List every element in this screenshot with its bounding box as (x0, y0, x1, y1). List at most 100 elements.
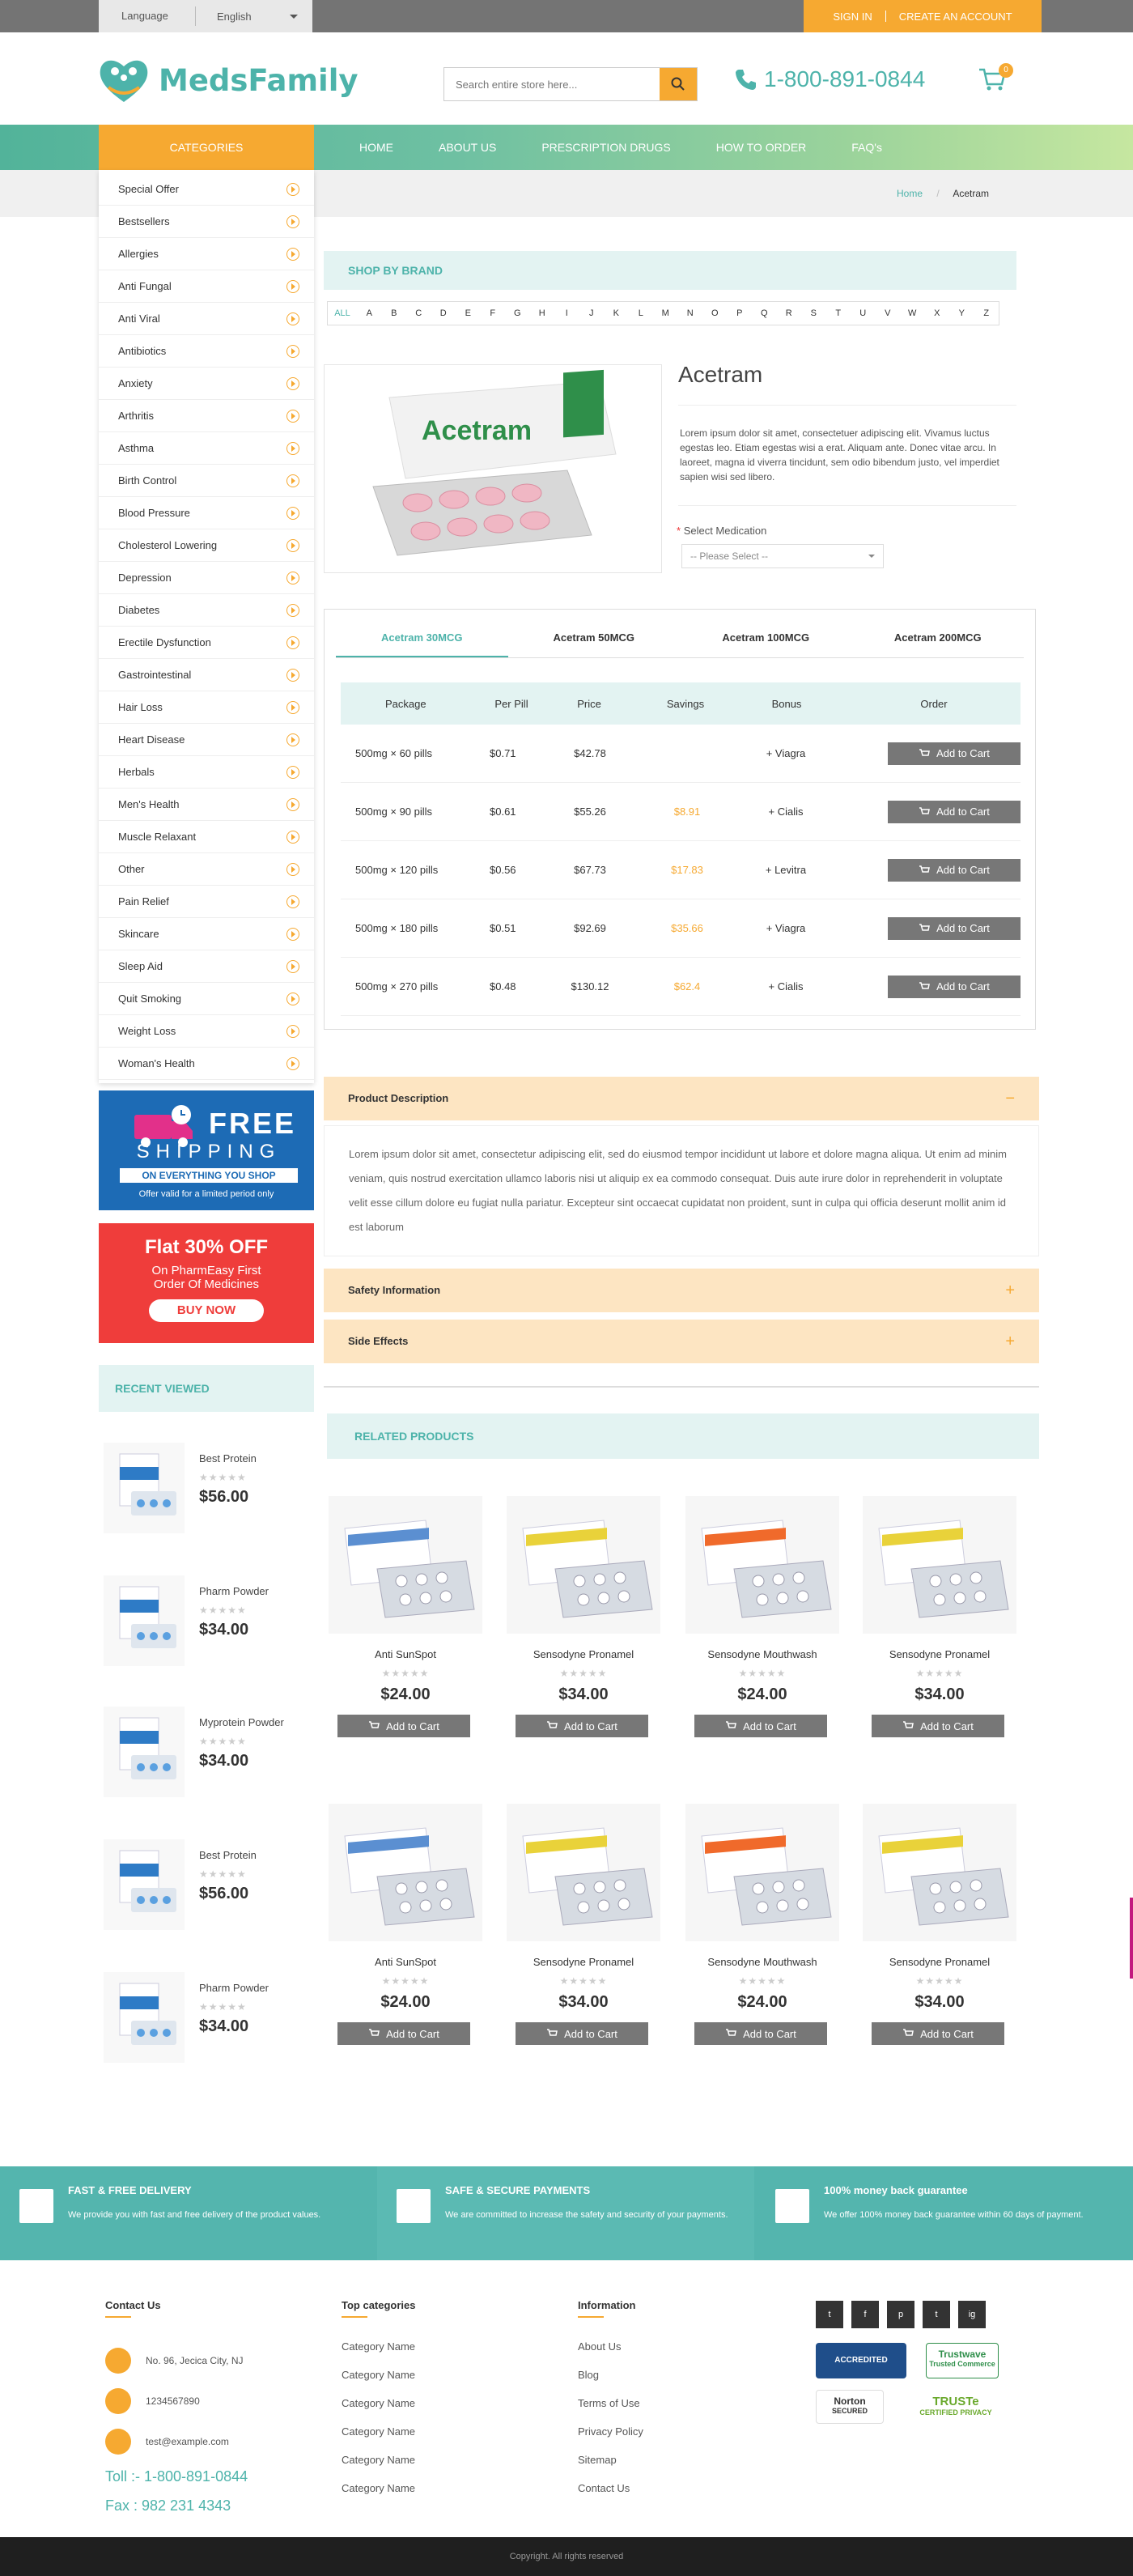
brand-letter[interactable]: W (900, 302, 925, 325)
category-item[interactable]: Hair Loss (99, 691, 314, 724)
brand-letter[interactable]: U (851, 302, 876, 325)
accordion-safety[interactable]: Safety Information + (324, 1269, 1039, 1312)
related-product[interactable]: Sensodyne Mouthwash ★★★★★ $24.00 Add to Car… (685, 1496, 839, 1755)
add-to-cart-button[interactable]: Add to Cart (872, 1715, 1004, 1737)
footer-info-link[interactable]: About Us (578, 2340, 643, 2369)
brand-letter[interactable]: Z (974, 302, 999, 325)
related-product[interactable]: Anti SunSpot ★★★★★ $24.00 Add to Cart (329, 1496, 482, 1755)
category-item[interactable]: Blood Pressure (99, 497, 314, 529)
add-to-cart-button[interactable]: Add to Cart (516, 2022, 648, 2045)
recent-item[interactable]: Myprotein Powder ★★★★★ $34.00 (99, 1692, 314, 1813)
category-item[interactable]: Weight Loss (99, 1015, 314, 1048)
brand-letter[interactable]: S (801, 302, 826, 325)
instagram-icon[interactable]: ig (958, 2301, 986, 2328)
footer-info-link[interactable]: Blog (578, 2369, 643, 2397)
category-item[interactable]: Men's Health (99, 789, 314, 821)
category-item[interactable]: Anti Viral (99, 303, 314, 335)
brand-letter[interactable]: M (653, 302, 678, 325)
search-button[interactable] (660, 68, 697, 100)
footer-category-link[interactable]: Category Name (342, 2397, 416, 2425)
brand-letter[interactable]: F (481, 302, 506, 325)
related-product[interactable]: Sensodyne Pronamel ★★★★★ $34.00 Add to Cart (507, 1496, 660, 1755)
nav-home[interactable]: HOME (359, 141, 393, 154)
footer-info-link[interactable]: Contact Us (578, 2482, 643, 2510)
add-to-cart-button[interactable]: Add to Cart (888, 975, 1021, 998)
add-to-cart-button[interactable]: Add to Cart (694, 2022, 827, 2045)
related-product[interactable]: Sensodyne Pronamel ★★★★★ $34.00 Add to Cart (863, 1804, 1016, 2063)
brand-letter[interactable]: J (579, 302, 605, 325)
brand-letter[interactable]: O (702, 302, 728, 325)
cart-button[interactable]: 0 (978, 63, 1013, 95)
signin-link[interactable]: SIGN IN (820, 11, 885, 23)
category-item[interactable]: Allergies (99, 238, 314, 270)
add-to-cart-button[interactable]: Add to Cart (337, 1715, 470, 1737)
brand-letter[interactable]: Q (752, 302, 777, 325)
logo[interactable]: MedsFamily (97, 55, 359, 105)
category-item[interactable]: Herbals (99, 756, 314, 789)
breadcrumb-home[interactable]: Home (897, 188, 923, 199)
category-item[interactable]: Skincare (99, 918, 314, 950)
category-item[interactable]: Muscle Relaxant (99, 821, 314, 853)
categories-toggle[interactable]: CATEGORIES (99, 125, 314, 170)
brand-letter[interactable]: R (777, 302, 802, 325)
accordion-side-effects[interactable]: Side Effects + (324, 1320, 1039, 1363)
brand-letter[interactable]: C (406, 302, 431, 325)
brand-letter[interactable]: K (604, 302, 629, 325)
category-item[interactable]: Birth Control (99, 465, 314, 497)
category-item[interactable]: Antibiotics (99, 335, 314, 368)
brand-letter[interactable]: N (678, 302, 703, 325)
category-item[interactable]: Bestsellers (99, 206, 314, 238)
footer-category-link[interactable]: Category Name (342, 2425, 416, 2454)
footer-info-link[interactable]: Terms of Use (578, 2397, 643, 2425)
footer-category-link[interactable]: Category Name (342, 2482, 416, 2510)
language-selector[interactable]: Language English (99, 0, 312, 32)
category-item[interactable]: Cholesterol Lowering (99, 529, 314, 562)
accordion-product-description[interactable]: Product Description − (324, 1077, 1039, 1120)
brand-letter[interactable]: D (431, 302, 456, 325)
buy-now-button[interactable]: BUY NOW (149, 1299, 264, 1322)
add-to-cart-button[interactable]: Add to Cart (516, 1715, 648, 1737)
add-to-cart-button[interactable]: Add to Cart (888, 800, 1021, 823)
footer-category-link[interactable]: Category Name (342, 2454, 416, 2482)
brand-letter[interactable]: G (505, 302, 530, 325)
add-to-cart-button[interactable]: Add to Cart (694, 1715, 827, 1737)
twitter-icon[interactable]: t (816, 2301, 843, 2328)
tab-100mcg[interactable]: Acetram 100MCG (680, 618, 852, 657)
tab-30mcg[interactable]: Acetram 30MCG (336, 618, 508, 657)
category-item[interactable]: Heart Disease (99, 724, 314, 756)
contact-email[interactable]: test@example.com (105, 2421, 248, 2462)
search-input[interactable] (444, 68, 660, 100)
tab-200mcg[interactable]: Acetram 200MCG (852, 618, 1025, 657)
language-value[interactable]: English (196, 11, 312, 23)
nav-how-to-order[interactable]: HOW TO ORDER (716, 141, 807, 154)
related-product[interactable]: Sensodyne Pronamel ★★★★★ $34.00 Add to Cart (863, 1496, 1016, 1755)
footer-category-link[interactable]: Category Name (342, 2369, 416, 2397)
discount-banner[interactable]: Flat 30% OFF On PharmEasy First Order Of… (99, 1223, 314, 1343)
category-item[interactable]: Depression (99, 562, 314, 594)
category-item[interactable]: Other (99, 853, 314, 886)
recent-item[interactable]: Pharm Powder ★★★★★ $34.00 (99, 1561, 314, 1682)
pinterest-icon[interactable]: p (887, 2301, 914, 2328)
footer-category-link[interactable]: Category Name (342, 2340, 416, 2369)
category-item[interactable]: Gastrointestinal (99, 659, 314, 691)
collapse-icon[interactable]: − (1005, 1077, 1015, 1120)
recent-item[interactable]: Best Protein ★★★★★ $56.00 (99, 1825, 314, 1946)
related-product[interactable]: Anti SunSpot ★★★★★ $24.00 Add to Cart (329, 1804, 482, 2063)
brand-letter[interactable]: E (456, 302, 481, 325)
category-item[interactable]: Quit Smoking (99, 983, 314, 1015)
recent-item[interactable]: Best Protein ★★★★★ $56.00 (99, 1428, 314, 1549)
category-item[interactable]: Woman's Health (99, 1048, 314, 1080)
category-item[interactable]: Anxiety (99, 368, 314, 400)
category-item[interactable]: Diabetes (99, 594, 314, 627)
brand-letter[interactable]: Y (949, 302, 974, 325)
category-item[interactable]: Arthritis (99, 400, 314, 432)
footer-info-link[interactable]: Sitemap (578, 2454, 643, 2482)
brand-letter[interactable]: ALL (328, 302, 357, 325)
related-product[interactable]: Sensodyne Mouthwash ★★★★★ $24.00 Add to Car… (685, 1804, 839, 2063)
phone-number[interactable]: 1-800-891-0844 (733, 66, 925, 92)
footer-info-link[interactable]: Privacy Policy (578, 2425, 643, 2454)
tumblr-icon[interactable]: t (923, 2301, 950, 2328)
brand-letter[interactable]: T (826, 302, 851, 325)
expand-icon[interactable]: + (1005, 1269, 1015, 1312)
category-item[interactable]: Anti Fungal (99, 270, 314, 303)
